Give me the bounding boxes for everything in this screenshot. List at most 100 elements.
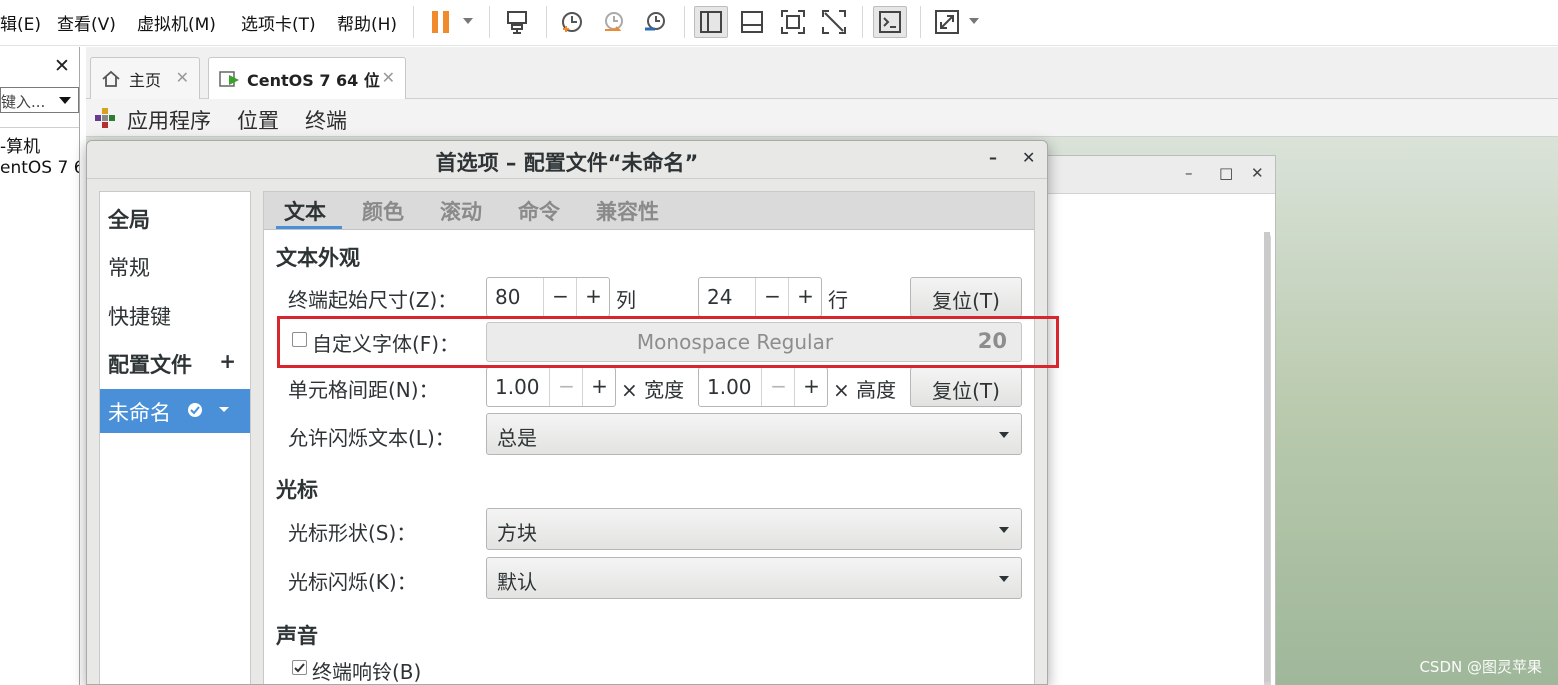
watermark: CSDN @图灵苹果: [1419, 658, 1542, 676]
terminal-bell-checkbox[interactable]: [292, 660, 307, 675]
chevron-down-icon[interactable]: [59, 97, 71, 104]
terminal-titlebar: – □ ✕: [1047, 156, 1275, 194]
home-icon: [102, 70, 120, 87]
dialog-title: 首选项 – 配置文件“未命名”: [435, 151, 699, 175]
library-node-centos[interactable]: entOS 7 64: [0, 158, 79, 178]
toolbar-separator: [862, 6, 863, 38]
cursor-blink-select[interactable]: 默认: [486, 557, 1022, 599]
sidebar-header-profiles: 配置文件 +: [100, 341, 250, 383]
maximize-icon[interactable]: □: [1219, 164, 1233, 182]
fullscreen-icon[interactable]: [776, 6, 810, 38]
preferences-sidebar: 全局 常规 快捷键 配置文件 + 未命名: [99, 191, 251, 684]
minimize-icon[interactable]: –: [989, 148, 997, 167]
close-icon[interactable]: ✕: [382, 68, 395, 87]
pause-icon[interactable]: [424, 6, 458, 38]
menu-help[interactable]: 帮助(H): [337, 10, 397, 35]
blink-text-select[interactable]: 总是: [486, 413, 1022, 455]
rows-value[interactable]: 24: [707, 285, 732, 309]
snapshot-manager-icon[interactable]: [638, 6, 672, 38]
gnome-menu-places[interactable]: 位置: [237, 105, 279, 135]
stretch-dropdown-icon[interactable]: [969, 18, 979, 24]
send-ctrl-alt-del-icon[interactable]: [500, 6, 534, 38]
unity-icon[interactable]: [817, 6, 851, 38]
height-spacing-value[interactable]: 1.00: [707, 375, 752, 399]
gnome-menu-applications[interactable]: 应用程序: [127, 105, 211, 135]
library-view-icon[interactable]: [694, 6, 728, 38]
sidebar-item-shortcuts[interactable]: 快捷键: [100, 293, 250, 335]
console-view-icon[interactable]: [873, 6, 907, 38]
width-spacing-stepper[interactable]: 1.00 − +: [486, 367, 616, 407]
snapshot-revert-icon[interactable]: [597, 6, 631, 38]
menu-vm[interactable]: 虚拟机(M): [137, 10, 216, 35]
tab-compatibility[interactable]: 兼容性: [596, 196, 659, 226]
columns-decrement-button[interactable]: −: [543, 278, 577, 316]
menu-edit[interactable]: 辑(E): [0, 10, 41, 35]
tab-scrolling[interactable]: 滚动: [440, 196, 482, 226]
menu-tabs[interactable]: 选项卡(T): [241, 10, 316, 35]
height-decrement-button[interactable]: −: [761, 368, 795, 406]
library-tree: -算机 entOS 7 64: [0, 127, 79, 685]
snapshot-take-icon[interactable]: [555, 6, 589, 38]
checkmark-icon: [294, 663, 305, 673]
reset-spacing-button[interactable]: 复位(T): [910, 367, 1022, 407]
tab-command[interactable]: 命令: [518, 196, 560, 226]
height-spacing-stepper[interactable]: 1.00 − +: [698, 367, 828, 407]
width-spacing-value[interactable]: 1.00: [495, 375, 540, 399]
rows-stepper[interactable]: 24 − +: [698, 277, 822, 317]
section-title-sound: 声音: [276, 624, 318, 648]
close-icon[interactable]: ✕: [1251, 164, 1264, 182]
columns-value[interactable]: 80: [495, 285, 520, 309]
cursor-shape-select[interactable]: 方块: [486, 508, 1022, 550]
height-unit-label: × 高度: [833, 378, 897, 402]
rows-unit-label: 行: [828, 288, 848, 312]
applications-icon: [95, 108, 115, 128]
width-decrement-button[interactable]: −: [549, 368, 583, 406]
cursor-blink-label: 光标闪烁(K)：: [288, 570, 417, 594]
active-tab-indicator: [276, 226, 342, 229]
columns-stepper[interactable]: 80 − +: [486, 277, 610, 317]
library-node-my-computer[interactable]: -算机: [0, 132, 79, 157]
close-icon[interactable]: ✕: [1022, 148, 1035, 167]
menu-view[interactable]: 查看(V): [57, 10, 116, 35]
close-icon[interactable]: ✕: [176, 68, 189, 87]
tab-strip: 主页 ✕ CentOS 7 64 位 ✕: [86, 47, 1558, 99]
cursor-shape-value: 方块: [497, 521, 537, 545]
toolbar-separator: [489, 6, 490, 38]
preferences-dialog: 首选项 – 配置文件“未命名” – ✕ 全局 常规 快捷键 配置文件 + 未命名…: [86, 140, 1048, 685]
close-icon[interactable]: ✕: [54, 55, 70, 77]
chevron-down-icon: [999, 432, 1009, 438]
thumbnail-bar-icon[interactable]: [735, 6, 769, 38]
chevron-down-icon[interactable]: [218, 404, 230, 416]
background-scrollbar[interactable]: [1264, 232, 1270, 682]
vm-running-icon: [219, 70, 239, 87]
width-increment-button[interactable]: +: [582, 368, 616, 406]
section-title-text-appearance: 文本外观: [276, 246, 360, 270]
preferences-titlebar: 首选项 – 配置文件“未命名” – ✕: [87, 141, 1047, 179]
section-title-cursor: 光标: [276, 478, 318, 502]
pause-dropdown-icon[interactable]: [463, 18, 473, 24]
sidebar-item-profile-unnamed[interactable]: 未命名: [100, 389, 250, 433]
tab-home-label: 主页: [129, 70, 162, 90]
chevron-down-icon: [999, 527, 1009, 533]
terminal-size-label: 终端起始尺寸(Z)：: [288, 288, 458, 312]
tab-colors[interactable]: 颜色: [362, 196, 404, 226]
reset-size-button[interactable]: 复位(T): [910, 277, 1022, 317]
library-panel: ✕ 键入... -算机 entOS 7 64: [0, 47, 80, 685]
tab-centos[interactable]: CentOS 7 64 位 ✕: [208, 57, 406, 99]
profile-name-label: 未命名: [108, 401, 171, 425]
columns-increment-button[interactable]: +: [576, 278, 610, 316]
highlight-annotation: [277, 316, 1059, 368]
columns-unit-label: 列: [616, 288, 636, 312]
stretch-icon[interactable]: [930, 6, 964, 38]
tab-text[interactable]: 文本: [284, 196, 326, 226]
rows-decrement-button[interactable]: −: [755, 278, 789, 316]
tab-home[interactable]: 主页 ✕: [90, 57, 200, 99]
cursor-blink-value: 默认: [497, 570, 537, 594]
add-profile-icon[interactable]: +: [219, 349, 236, 373]
minimize-icon[interactable]: –: [1185, 164, 1193, 182]
sidebar-header-profiles-label: 配置文件: [108, 353, 192, 377]
sidebar-item-general[interactable]: 常规: [100, 244, 250, 286]
height-increment-button[interactable]: +: [794, 368, 828, 406]
gnome-menu-terminal[interactable]: 终端: [305, 105, 347, 135]
rows-increment-button[interactable]: +: [788, 278, 822, 316]
